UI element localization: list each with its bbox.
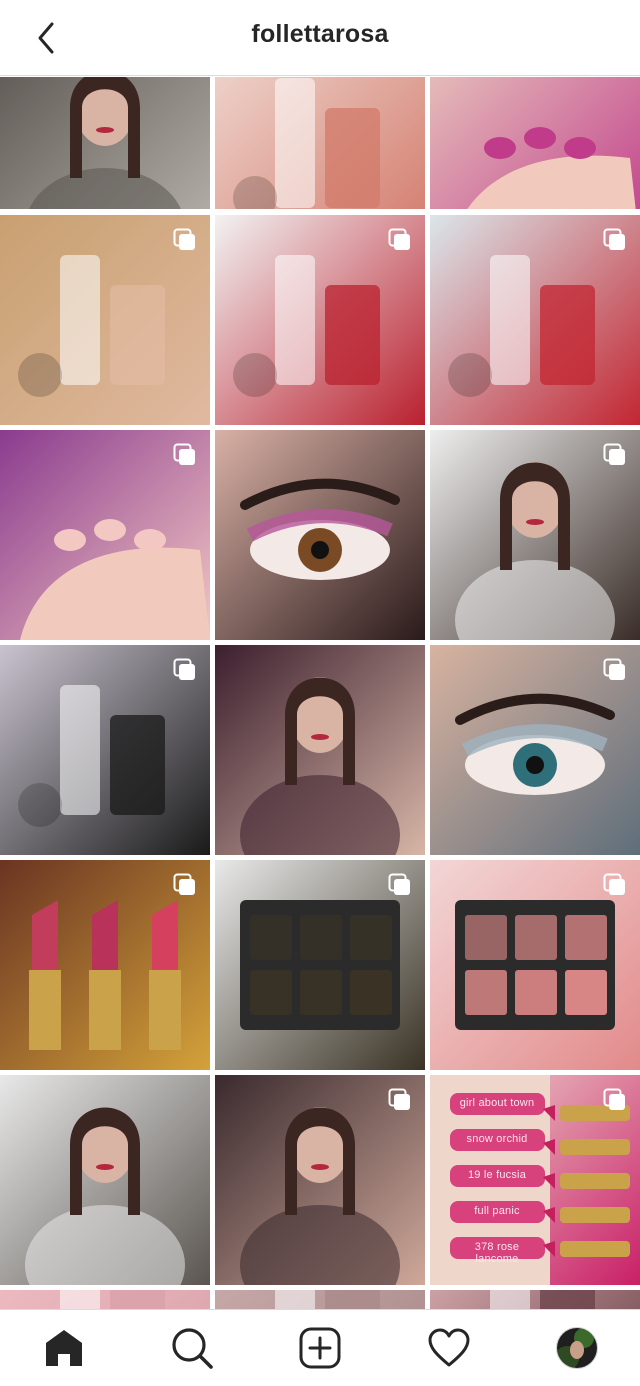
swatch-label: 19 le fucsia [467,1169,527,1181]
home-icon [46,1330,82,1366]
swatch-label: full panic [474,1205,520,1217]
top-bar: follettarosa [0,0,640,76]
tab-activity[interactable] [427,1326,471,1370]
post-thumbnail [215,645,425,855]
grid-post-lipstick-swatches[interactable]: girl about town snow orchid 19 le fucsia fu… [430,1075,640,1285]
grid-post-partial-glitter[interactable] [215,1290,425,1309]
grid-post-selfie-white-top[interactable] [430,430,640,640]
carousel-icon [603,658,625,680]
carousel-icon [388,1088,410,1110]
tab-search[interactable] [170,1326,214,1370]
grid-post-blush-and-tube[interactable] [215,77,425,209]
bottom-tab-bar [0,1309,640,1386]
swatch-label: snow orchid [466,1133,528,1145]
post-thumbnail [0,1075,210,1285]
grid-post-selfie-glasses-lipstick[interactable] [215,1075,425,1285]
carousel-icon [173,443,195,465]
carousel-icon [603,443,625,465]
grid-post-mascara-flatlay[interactable] [430,215,640,425]
swatch-label: girl about town [459,1097,535,1109]
grid-post-partial-pink[interactable] [0,1290,210,1309]
carousel-icon [173,873,195,895]
post-thumbnail [215,430,425,640]
grid-post-brow-products[interactable] [0,645,210,855]
search-icon [172,1328,213,1369]
grid-post-hand-nails-purple[interactable] [0,430,210,640]
tab-new-post[interactable] [298,1326,342,1370]
swatch-label: 378 rose lancome [474,1241,520,1265]
carousel-icon [173,658,195,680]
grid-post-partial-flowers[interactable] [430,1290,640,1309]
posts-grid: girl about town snow orchid 19 le fucsia fu… [0,77,640,1309]
post-thumbnail [215,1290,425,1309]
grid-post-selfie-grey-top[interactable] [0,1075,210,1285]
carousel-icon [603,1088,625,1110]
post-thumbnail [0,77,210,209]
post-thumbnail [430,1290,640,1309]
grid-post-pink-nails[interactable] [430,77,640,209]
carousel-icon [388,873,410,895]
carousel-icon [388,228,410,250]
carousel-icon [603,228,625,250]
grid-post-lipsticks-gold[interactable] [0,860,210,1070]
plus-square-icon [299,1327,341,1369]
tab-home[interactable] [42,1326,86,1370]
grid-post-summer-tanning-products[interactable] [0,215,210,425]
grid-post-eye-makeup-pink[interactable] [215,430,425,640]
grid-post-selfie-purple-top[interactable] [215,645,425,855]
avatar [557,1328,597,1368]
tab-profile-avatar[interactable] [556,1327,598,1369]
post-thumbnail [215,77,425,209]
profile-username: follettarosa [251,20,389,48]
carousel-icon [603,873,625,895]
post-thumbnail [0,1290,210,1309]
grid-post-selfie-portrait[interactable] [0,77,210,209]
heart-icon [428,1328,470,1367]
grid-post-naked-palette[interactable] [215,860,425,1070]
grid-post-blush-palette[interactable] [430,860,640,1070]
post-thumbnail [430,77,640,209]
grid-post-cosmetics-box[interactable] [215,215,425,425]
grid-post-eye-makeup-glitter[interactable] [430,645,640,855]
carousel-icon [173,228,195,250]
